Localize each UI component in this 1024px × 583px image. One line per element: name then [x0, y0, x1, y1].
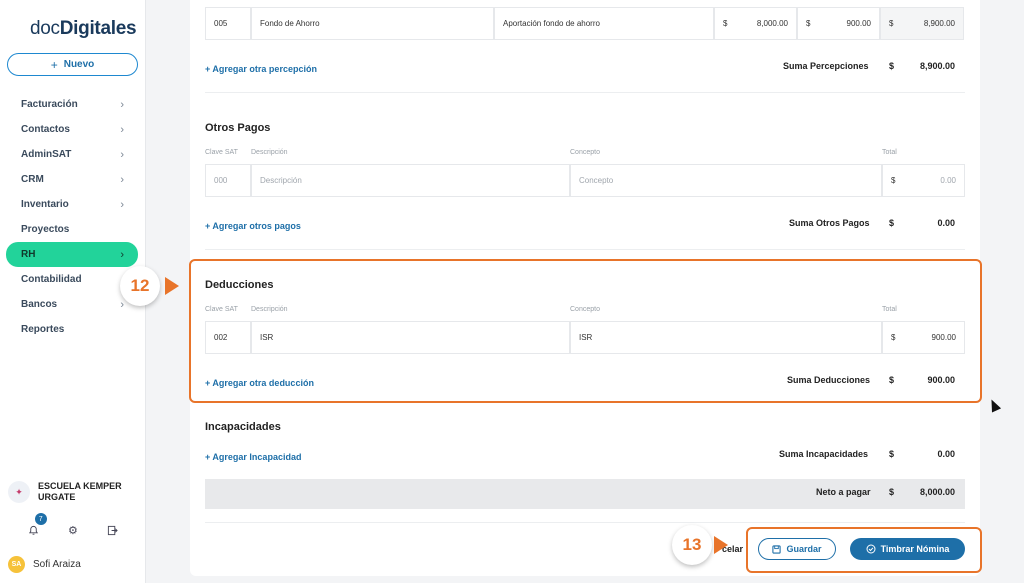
chevron-right-icon: ›: [120, 198, 124, 211]
step-badge: 13: [672, 525, 712, 565]
suma-otros-pagos-value: 0.00: [937, 218, 955, 228]
chevron-right-icon: ›: [120, 123, 124, 136]
incapacidades-title: Incapacidades: [205, 421, 281, 433]
otros-pagos-title: Otros Pagos: [205, 122, 271, 134]
arrow-right-icon: [165, 277, 179, 295]
suma-incapacidades-label: Suma Incapacidades: [779, 449, 869, 459]
gear-icon[interactable]: ⚙: [63, 520, 83, 540]
sidebar-item-adminsat[interactable]: AdminSAT ›: [6, 142, 138, 167]
exento-cell[interactable]: $900.00: [797, 7, 880, 40]
sidebar-item-crm[interactable]: CRM ›: [6, 167, 138, 192]
suma-otros-pagos-label: Suma Otros Pagos: [789, 218, 870, 228]
logout-icon[interactable]: [102, 520, 122, 540]
step-badge: 12: [120, 266, 160, 306]
chevron-right-icon: ›: [120, 98, 124, 111]
sidebar-item-rh[interactable]: RH ›: [6, 242, 138, 267]
footer-buttons-highlight: [746, 527, 982, 573]
bell-icon[interactable]: 7: [24, 513, 47, 540]
sidebar-item-reportes[interactable]: Reportes: [6, 317, 138, 342]
new-button[interactable]: + Nuevo: [7, 53, 138, 76]
sidebar-item-proyectos[interactable]: Proyectos: [6, 217, 138, 242]
company-logo-icon: ✦: [8, 481, 30, 503]
sidebar-item-bancos[interactable]: Bancos ›: [6, 292, 138, 317]
notification-badge: 7: [34, 513, 47, 525]
user-profile[interactable]: SA Sofi Araiza: [8, 556, 81, 573]
sidebar-item-contabilidad[interactable]: Contabilidad: [6, 267, 138, 292]
clave-input[interactable]: 000: [205, 164, 251, 197]
concepto-cell[interactable]: Aportación fondo de ahorro: [494, 7, 714, 40]
neto-value: 8,000.00: [919, 487, 955, 497]
total-input[interactable]: $0.00: [882, 164, 965, 197]
neto-label: Neto a pagar: [816, 487, 871, 497]
descripcion-cell[interactable]: Fondo de Ahorro: [251, 7, 494, 40]
sidebar-actions: 7 ⚙: [0, 513, 146, 540]
sidebar-item-facturacion[interactable]: Facturación ›: [6, 92, 138, 117]
company-selector[interactable]: ✦ ESCUELA KEMPER URGATE: [8, 481, 122, 503]
avatar: SA: [8, 556, 25, 573]
sidebar-item-contactos[interactable]: Contactos ›: [6, 117, 138, 142]
sidebar-item-inventario[interactable]: Inventario ›: [6, 192, 138, 217]
sidebar-nav: Facturación › Contactos › AdminSAT › CRM › I…: [6, 92, 138, 342]
chevron-right-icon: ›: [120, 298, 124, 311]
mouse-cursor-icon: [986, 397, 1002, 413]
plus-icon: +: [50, 57, 58, 72]
arrow-right-icon: [714, 536, 728, 554]
chevron-right-icon: ›: [120, 248, 124, 261]
deducciones-highlight: [189, 259, 982, 403]
add-percepcion-link[interactable]: + Agregar otra percepción: [205, 64, 317, 74]
suma-percepciones-value: 8,900.00: [919, 61, 955, 71]
chevron-right-icon: ›: [120, 148, 124, 161]
table-row: 000 Descripción Concepto $0.00: [205, 164, 965, 197]
app-logo[interactable]: docDigitales: [30, 18, 137, 40]
clave-cell[interactable]: 005: [205, 7, 251, 40]
add-otros-pagos-link[interactable]: + Agregar otros pagos: [205, 221, 301, 231]
gravado-cell[interactable]: $8,000.00: [714, 7, 797, 40]
table-row: 005 Fondo de Ahorro Aportación fondo de …: [205, 7, 964, 40]
concepto-input[interactable]: Concepto: [570, 164, 882, 197]
descripcion-input[interactable]: Descripción: [251, 164, 570, 197]
total-cell: $8,900.00: [880, 7, 964, 40]
suma-percepciones-label: Suma Percepciones: [783, 61, 869, 71]
add-incapacidad-link[interactable]: + Agregar Incapacidad: [205, 452, 301, 462]
suma-incapacidades-value: 0.00: [937, 449, 955, 459]
chevron-right-icon: ›: [120, 173, 124, 186]
